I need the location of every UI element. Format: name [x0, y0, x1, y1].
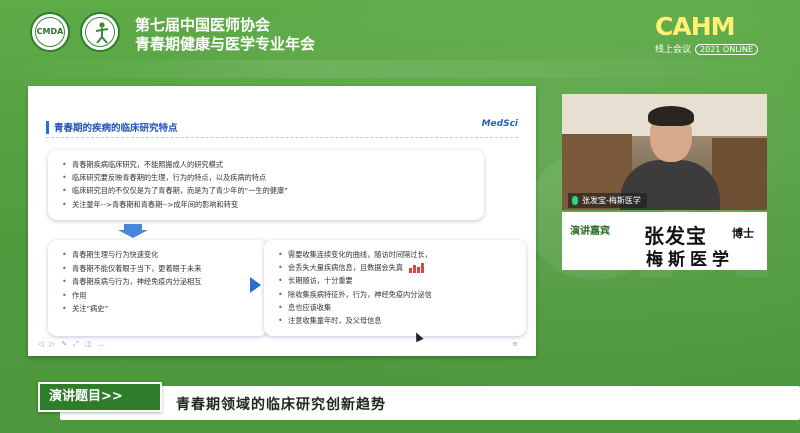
list-item: 临床研究目的不仅仅是为了青春期，而是为了青少年的“一生的健康” [62, 184, 474, 197]
conference-title-line1: 第七届中国医师协会 [135, 16, 271, 34]
topic-title: 青春期领域的临床研究创新趋势 [176, 397, 386, 413]
slide-toolbar[interactable]: ◁ ▷ ✎ ⤢ ◫ … [38, 340, 107, 349]
speaker-card: 演讲嘉宾 张发宝 博士 梅斯医学 [562, 212, 767, 270]
video-shelf-right [712, 138, 767, 210]
list-item-continuation: 作用 [62, 289, 258, 303]
list-item: 注意收集童年时，及父母信息 [278, 314, 516, 327]
list-item-continuation: 会丢失大量疾病信息，且数据会失真 [278, 261, 516, 275]
list-item-text: 会丢失大量疾病信息，且数据会失真 [288, 263, 404, 273]
video-name-text: 张发宝-梅斯医学 [582, 196, 641, 205]
speaker-org: 梅斯医学 [646, 250, 734, 270]
online-badge: 线上会议 2021 ONLINE [655, 42, 759, 55]
presentation-slide: 青春期的疾病的临床研究特点 MedSci 青春期疾病临床研究，不能照搬成人的研究… [28, 86, 536, 356]
conference-title: 第七届中国医师协会 青春期健康与医学专业年会 [135, 16, 315, 54]
topic-label: 演讲题目>> [38, 382, 162, 412]
medsci-logo: MedSci [481, 119, 518, 129]
list-item: 需要收集连续变化的曲线，随访时间隔过长， [278, 248, 516, 261]
list-item: 关注“病史” [62, 302, 258, 316]
list-item-continuation: 息也应该收集 [278, 301, 516, 314]
slide-title: 青春期的疾病的临床研究特点 [54, 123, 178, 134]
list-item: 除收集疾病特征外，行为，神经免疫内分泌信 [278, 288, 516, 301]
association-logo [80, 12, 120, 52]
right-arrow-icon [250, 277, 261, 293]
figure-icon [95, 22, 109, 44]
list-item: 青春期疾病临床研究，不能照搬成人的研究模式 [62, 158, 474, 171]
physiology-list: 青春期生理与行为快速变化 青春期不能仅着眼于当下，更着眼于未来 青春期疾病与行为… [48, 240, 268, 316]
cmda-logo-text: CMDA [36, 27, 64, 36]
cahm-logo: CAHM [655, 12, 735, 41]
slide-title-bar: 青春期的疾病的临床研究特点 MedSci [46, 118, 518, 138]
list-item: 长期随访，十分重要 [278, 274, 516, 287]
slide-menu-icon[interactable]: ≡ [512, 340, 518, 348]
physiology-box: 青春期生理与行为快速变化 青春期不能仅着眼于当下，更着眼于未来 青春期疾病与行为… [48, 240, 268, 336]
characteristics-list: 青春期疾病临床研究，不能照搬成人的研究模式 临床研究要反映青春期的生理，行为的特… [48, 150, 484, 211]
list-item: 临床研究要反映青春期的生理，行为的特点，以及疾病的特点 [62, 171, 474, 184]
down-arrow-icon [118, 224, 148, 238]
bar-chart-icon [409, 263, 425, 274]
characteristics-box: 青春期疾病临床研究，不能照搬成人的研究模式 临床研究要反映青春期的生理，行为的特… [48, 150, 484, 220]
speaker-title: 博士 [732, 227, 754, 240]
list-item: 关注童年-->青春期和青春期-->成年间的影响和转变 [62, 198, 474, 211]
conference-title-line2: 青春期健康与医学专业年会 [135, 35, 316, 53]
background-stripe [0, 60, 800, 78]
list-item: 青春期疾病与行为，神经免疫内分泌相互 [62, 275, 258, 289]
speaker-hair [648, 106, 694, 126]
speaker-tag: 演讲嘉宾 [570, 226, 610, 237]
topic-bar [60, 386, 800, 420]
online-label: 线上会议 [655, 45, 692, 55]
year-label: 2021 ONLINE [695, 44, 759, 55]
down-arrow-tip [118, 230, 148, 238]
cahm-brand: CAHM 线上会议 2021 ONLINE [655, 12, 775, 56]
title-accent [46, 121, 49, 134]
list-item: 青春期生理与行为快速变化 [62, 248, 258, 262]
research-box: 需要收集连续变化的曲线，随访时间隔过长， 会丢失大量疾病信息，且数据会失真 长期… [264, 240, 526, 336]
video-name-label: 张发宝-梅斯医学 [568, 193, 647, 208]
microphone-icon [572, 196, 578, 205]
cmda-logo: CMDA [30, 12, 70, 52]
research-list: 需要收集连续变化的曲线，随访时间隔过长， 会丢失大量疾病信息，且数据会失真 长期… [264, 240, 526, 327]
list-item: 青春期不能仅着眼于当下，更着眼于未来 [62, 262, 258, 276]
